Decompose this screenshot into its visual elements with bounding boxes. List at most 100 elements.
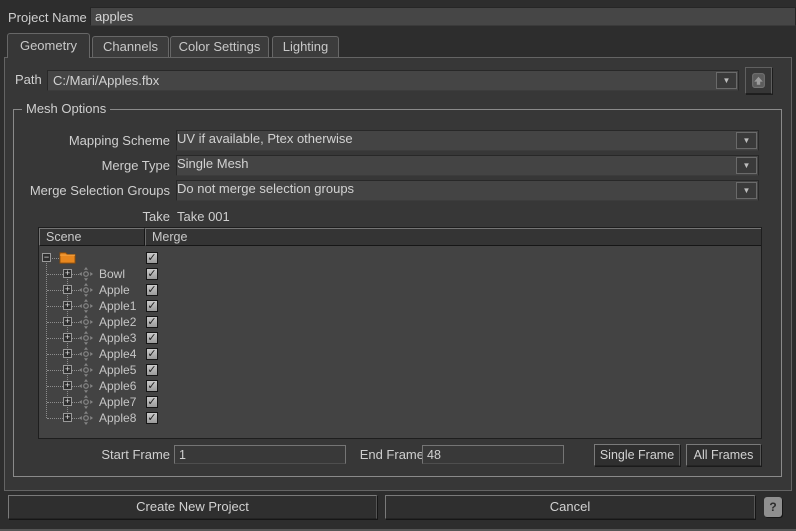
mesh-options-groupbox: Mesh Options Mapping Scheme UV if availa… xyxy=(13,109,782,477)
scene-tree-row[interactable]: + Apple7 ✓ xyxy=(39,394,761,410)
tab-channels[interactable]: Channels xyxy=(92,36,169,57)
expand-icon[interactable]: + xyxy=(63,349,72,358)
path-dropdown[interactable]: C:/Mari/Apples.fbx ▼ xyxy=(47,70,739,91)
end-frame-input[interactable] xyxy=(422,445,564,464)
tree-connector xyxy=(52,258,59,259)
folder-icon xyxy=(59,250,76,264)
expand-icon[interactable]: + xyxy=(63,301,72,310)
merge-checkbox[interactable]: ✓ xyxy=(146,412,158,424)
mesh-name: Apple1 xyxy=(99,298,136,314)
scene-tree-root-row[interactable]: − ✓ xyxy=(39,250,761,266)
tree-connector xyxy=(47,386,63,387)
expand-icon[interactable]: + xyxy=(63,269,72,278)
tree-connector xyxy=(47,306,63,307)
tree-connector xyxy=(72,402,79,403)
project-name-label: Project Name xyxy=(8,7,87,28)
single-frame-button[interactable]: Single Frame xyxy=(594,444,680,466)
mapping-scheme-value: UV if available, Ptex otherwise xyxy=(177,131,353,146)
merge-checkbox[interactable]: ✓ xyxy=(146,348,158,360)
merge-checkbox[interactable]: ✓ xyxy=(146,332,158,344)
expand-icon[interactable]: + xyxy=(63,333,72,342)
tree-connector xyxy=(72,290,79,291)
help-button[interactable]: ? xyxy=(764,497,782,517)
mapping-scheme-label: Mapping Scheme xyxy=(14,130,170,151)
tree-connector xyxy=(72,338,79,339)
start-frame-label: Start Frame xyxy=(14,444,170,465)
column-header-scene: Scene xyxy=(39,228,145,246)
mesh-transform-icon xyxy=(79,363,93,377)
chevron-down-icon[interactable]: ▼ xyxy=(736,157,757,174)
mesh-name: Apple4 xyxy=(99,346,136,362)
expand-icon[interactable]: + xyxy=(63,285,72,294)
mesh-transform-icon xyxy=(79,379,93,393)
expand-icon[interactable]: + xyxy=(63,397,72,406)
tree-connector xyxy=(72,322,79,323)
merge-selection-groups-dropdown[interactable]: Do not merge selection groups ▼ xyxy=(176,180,759,201)
scene-tree-row[interactable]: + Apple4 ✓ xyxy=(39,346,761,362)
scene-tree-row[interactable]: + Apple3 ✓ xyxy=(39,330,761,346)
merge-checkbox[interactable]: ✓ xyxy=(146,316,158,328)
tree-connector xyxy=(72,370,79,371)
chevron-down-icon[interactable]: ▼ xyxy=(736,182,757,199)
merge-checkbox[interactable]: ✓ xyxy=(146,364,158,376)
tab-lighting[interactable]: Lighting xyxy=(272,36,339,57)
tree-connector xyxy=(47,354,63,355)
mesh-transform-icon xyxy=(79,299,93,313)
chevron-down-icon[interactable]: ▼ xyxy=(736,132,757,149)
end-frame-label: End Frame xyxy=(344,444,424,465)
expand-icon[interactable]: + xyxy=(63,317,72,326)
mesh-name: Apple3 xyxy=(99,330,136,346)
merge-checkbox[interactable]: ✓ xyxy=(146,252,158,264)
chevron-down-icon[interactable]: ▼ xyxy=(716,72,737,89)
tab-color-settings[interactable]: Color Settings xyxy=(170,36,269,57)
scene-tree-row[interactable]: + Apple ✓ xyxy=(39,282,761,298)
cancel-button[interactable]: Cancel xyxy=(385,495,755,519)
merge-type-dropdown[interactable]: Single Mesh ▼ xyxy=(176,155,759,176)
mesh-transform-icon xyxy=(79,411,93,425)
expand-icon[interactable]: + xyxy=(63,365,72,374)
mapping-scheme-dropdown[interactable]: UV if available, Ptex otherwise ▼ xyxy=(176,130,759,151)
tree-connector xyxy=(47,274,63,275)
mesh-name: Bowl xyxy=(99,266,125,282)
tree-connector xyxy=(47,370,63,371)
tree-connector xyxy=(72,306,79,307)
take-label: Take xyxy=(14,206,170,227)
merge-type-value: Single Mesh xyxy=(177,156,249,171)
merge-checkbox[interactable]: ✓ xyxy=(146,300,158,312)
tab-geometry[interactable]: Geometry xyxy=(7,33,90,58)
scene-tree-row[interactable]: + Apple5 ✓ xyxy=(39,362,761,378)
mesh-name: Apple5 xyxy=(99,362,136,378)
scene-tree-row[interactable]: + Apple1 ✓ xyxy=(39,298,761,314)
merge-selection-groups-label: Merge Selection Groups xyxy=(14,180,170,201)
all-frames-button[interactable]: All Frames xyxy=(686,444,761,466)
tree-connector xyxy=(47,290,63,291)
path-value: C:/Mari/Apples.fbx xyxy=(53,71,159,90)
tree-connector xyxy=(72,274,79,275)
scene-tree-row[interactable]: + Apple6 ✓ xyxy=(39,378,761,394)
mesh-name: Apple xyxy=(99,282,130,298)
merge-checkbox[interactable]: ✓ xyxy=(146,380,158,392)
collapse-icon[interactable]: − xyxy=(42,253,51,262)
merge-checkbox[interactable]: ✓ xyxy=(146,268,158,280)
scene-tree-row[interactable]: + Bowl ✓ xyxy=(39,266,761,282)
tree-connector xyxy=(72,354,79,355)
merge-checkbox[interactable]: ✓ xyxy=(146,284,158,296)
scene-tree-row[interactable]: + Apple2 ✓ xyxy=(39,314,761,330)
take-value: Take 001 xyxy=(177,206,230,227)
merge-checkbox[interactable]: ✓ xyxy=(146,396,158,408)
project-name-input[interactable] xyxy=(90,7,796,26)
column-header-merge: Merge xyxy=(145,228,761,246)
mesh-transform-icon xyxy=(79,331,93,345)
expand-icon[interactable]: + xyxy=(63,413,72,422)
mesh-transform-icon xyxy=(79,315,93,329)
scene-merge-table: Scene Merge − ✓ xyxy=(38,227,762,439)
start-frame-input[interactable] xyxy=(174,445,346,464)
expand-icon[interactable]: + xyxy=(63,381,72,390)
merge-type-label: Merge Type xyxy=(14,155,170,176)
create-new-project-button[interactable]: Create New Project xyxy=(8,495,377,519)
mesh-name: Apple6 xyxy=(99,378,136,394)
import-file-button[interactable] xyxy=(745,67,772,94)
tree-connector xyxy=(47,338,63,339)
scene-tree-row[interactable]: + Apple8 ✓ xyxy=(39,410,761,426)
mesh-name: Apple2 xyxy=(99,314,136,330)
